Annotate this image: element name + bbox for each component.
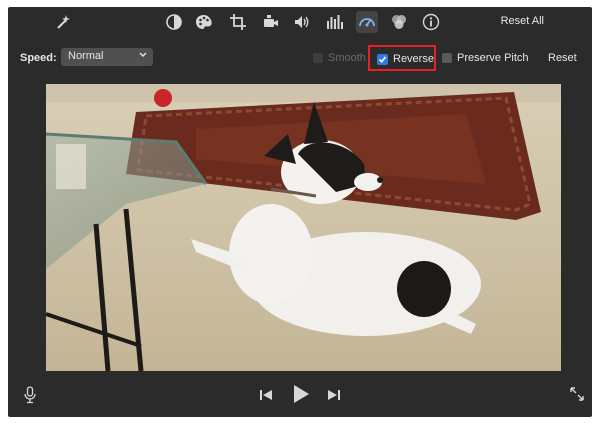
- play-icon[interactable]: [290, 382, 312, 406]
- stabilization-camera-icon[interactable]: [260, 11, 282, 33]
- playback-controls: [8, 373, 592, 417]
- speed-controls: Speed: Normal Smooth Reverse Preserve Pi…: [8, 45, 592, 71]
- fullscreen-icon[interactable]: [568, 385, 586, 403]
- skip-back-icon[interactable]: [258, 387, 274, 403]
- preserve-pitch-label: Preserve Pitch: [457, 52, 529, 64]
- magic-wand-icon[interactable]: [52, 11, 74, 33]
- chevron-down-icon: [139, 50, 147, 63]
- microphone-icon[interactable]: [22, 385, 38, 405]
- color-palette-icon[interactable]: [193, 11, 215, 33]
- speed-select-value: Normal: [68, 50, 104, 62]
- info-icon[interactable]: [420, 11, 442, 33]
- speed-label: Speed:: [20, 52, 57, 64]
- reverse-label: Reverse: [393, 53, 434, 65]
- skip-forward-icon[interactable]: [326, 387, 342, 403]
- smooth-label: Smooth: [328, 52, 366, 64]
- speedometer-icon[interactable]: [356, 11, 378, 33]
- crop-icon[interactable]: [227, 11, 249, 33]
- preserve-pitch-checkbox[interactable]: [442, 53, 452, 63]
- adjustments-toolbar: Reset All: [8, 7, 592, 37]
- video-preview: [46, 84, 561, 371]
- speed-select[interactable]: Normal: [61, 48, 153, 66]
- speed-adjustment-window: Reset All Speed: Normal Smooth Reverse P…: [8, 7, 592, 417]
- overlay-circles-icon[interactable]: [388, 11, 410, 33]
- reset-button[interactable]: Reset: [548, 52, 577, 64]
- smooth-checkbox[interactable]: [313, 53, 323, 63]
- reverse-checkbox[interactable]: [377, 54, 388, 65]
- equalizer-icon[interactable]: [324, 11, 346, 33]
- reverse-highlight-box: Reverse: [368, 45, 436, 71]
- reset-all-button[interactable]: Reset All: [501, 15, 544, 27]
- volume-icon[interactable]: [291, 11, 313, 33]
- video-frame-image: [46, 84, 561, 371]
- color-balance-icon[interactable]: [163, 11, 185, 33]
